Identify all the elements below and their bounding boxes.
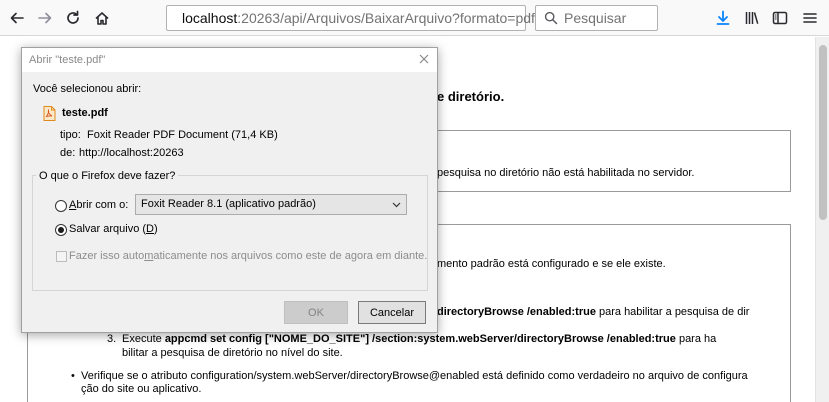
- save-file-radio[interactable]: [55, 224, 67, 236]
- search-icon: [544, 11, 558, 25]
- sidebar-icon: [772, 11, 788, 25]
- step-3-command: appcmd set config ["NOME_DO_SITE"] /sect…: [164, 333, 676, 345]
- always-label-post: aticamente nos arquivos como este de ago…: [153, 250, 428, 262]
- step-3-prefix: Execute: [122, 333, 165, 345]
- cancel-button[interactable]: Cancelar: [358, 301, 426, 324]
- save-file-accesskey: D: [146, 223, 154, 235]
- open-with-label-post: brir com o:: [76, 199, 129, 211]
- pdf-file-icon: [43, 106, 56, 121]
- scrollbar-thumb[interactable]: [819, 45, 827, 220]
- sidebar-button[interactable]: [769, 7, 791, 29]
- home-button[interactable]: [91, 7, 113, 29]
- enable-browse-text: directoryBrowse /enabled:true para habil…: [437, 306, 749, 318]
- enable-browse-command: directoryBrowse /enabled:true: [437, 306, 596, 318]
- hamburger-menu-icon: [803, 13, 817, 23]
- search-bar[interactable]: [535, 5, 658, 31]
- application-select[interactable]: Foxit Reader 8.1 (aplicativo padrão): [135, 194, 407, 215]
- step-3-number: 3.: [107, 333, 117, 345]
- type-value: Foxit Reader PDF Document (71,4 KB): [87, 129, 278, 141]
- dialog-titlebar: Abrir "teste.pdf": [22, 48, 437, 72]
- always-do-this-checkbox[interactable]: [56, 251, 67, 262]
- search-input[interactable]: [564, 10, 654, 26]
- reload-button[interactable]: [62, 7, 84, 29]
- back-arrow-icon: [10, 12, 24, 24]
- library-button[interactable]: [741, 7, 763, 29]
- home-icon: [95, 12, 109, 25]
- close-icon[interactable]: [417, 52, 431, 66]
- open-with-radio[interactable]: [55, 200, 67, 212]
- error-summary-text: pesquisa no diretório não está habilitad…: [437, 167, 695, 179]
- always-do-this-label[interactable]: Fazer isso automaticamente nos arquivos …: [69, 250, 427, 262]
- from-label: de:: [60, 147, 76, 159]
- url-bar[interactable]: localhost:20263/api/Arquivos/BaixarArqui…: [166, 5, 535, 31]
- url-path: :20263/api/Arquivos/BaixarArquivo?format…: [237, 10, 535, 26]
- ok-button[interactable]: OK: [284, 301, 348, 324]
- always-accesskey: m: [144, 250, 154, 262]
- reload-icon: [67, 10, 79, 24]
- default-doc-text: mento padrão está configurado e se ele e…: [437, 258, 666, 270]
- type-label: tipo:: [60, 129, 81, 141]
- step-3-text: Execute appcmd set config ["NOME_DO_SITE…: [122, 333, 716, 345]
- download-arrow-icon: [716, 10, 730, 25]
- selected-label: Você selecionou abrir:: [33, 83, 142, 95]
- application-select-value: Foxit Reader 8.1 (aplicativo padrão): [141, 198, 316, 210]
- library-icon: [745, 12, 759, 24]
- browser-toolbar: localhost:20263/api/Arquivos/BaixarArqui…: [0, 0, 829, 36]
- forward-arrow-icon: [38, 12, 52, 24]
- always-label-pre: Fazer isso auto: [69, 250, 145, 262]
- file-name: teste.pdf: [62, 107, 108, 119]
- step-3-suffix: para ha: [675, 333, 717, 345]
- chevron-down-icon: [392, 202, 401, 208]
- bullet: •: [71, 370, 75, 382]
- open-with-label[interactable]: Abrir com o:: [69, 199, 128, 211]
- menu-button[interactable]: [799, 7, 821, 29]
- save-file-label-pre: Salvar arquivo (: [69, 223, 147, 235]
- save-file-label-post: ): [154, 223, 158, 235]
- url-host: localhost: [182, 10, 238, 26]
- step-3-text-line2: bilitar a pesquisa de diretório no nível…: [122, 347, 343, 359]
- enable-browse-rest: para habilitar a pesquisa de dir: [595, 306, 750, 318]
- from-value: http://localhost:20263: [79, 147, 184, 159]
- url-text[interactable]: localhost:20263/api/Arquivos/BaixarArqui…: [182, 10, 535, 26]
- bullet-text-line1: Verifique se o atributo configuration/sy…: [81, 370, 748, 382]
- error-title: e diretório.: [437, 89, 505, 104]
- back-button[interactable]: [6, 7, 28, 29]
- forward-button[interactable]: [34, 7, 56, 29]
- open-file-dialog: Abrir "teste.pdf" Você selecionou abrir:…: [21, 47, 438, 333]
- action-group-label: O que o Firefox deve fazer?: [36, 170, 179, 182]
- bullet-text-line2: ção do site ou aplicativo.: [81, 383, 202, 395]
- page-scrollbar[interactable]: [815, 37, 829, 402]
- dialog-title: Abrir "teste.pdf": [29, 54, 106, 66]
- downloads-button[interactable]: [712, 7, 734, 29]
- save-file-label[interactable]: Salvar arquivo (D): [69, 223, 158, 235]
